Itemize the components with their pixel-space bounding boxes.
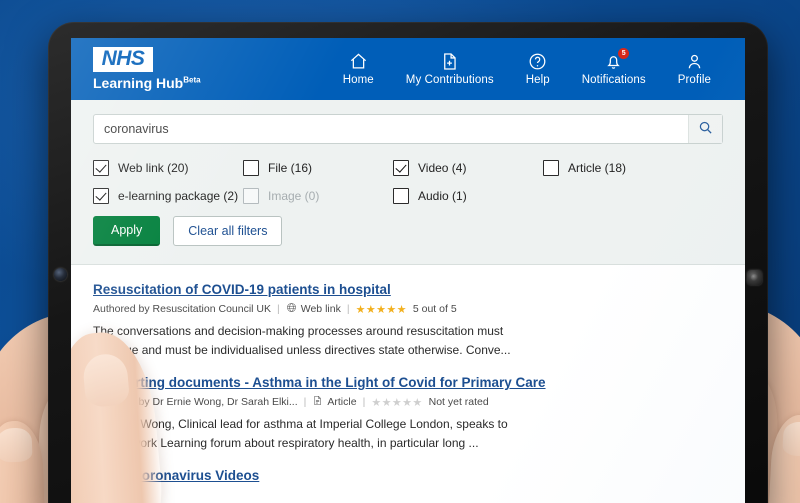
- filter-article[interactable]: Article (18): [543, 160, 693, 176]
- brand-name-text: Learning Hub: [93, 75, 184, 92]
- result-item: Resuscitation of COVID-19 patients in ho…: [93, 281, 723, 359]
- result-title-link[interactable]: PPE - Coronavirus Videos: [93, 468, 259, 483]
- result-type: Article: [312, 395, 357, 409]
- checkbox-elearning-package[interactable]: [93, 188, 109, 204]
- nav-label-help: Help: [525, 74, 550, 86]
- brand-name: Learning HubBeta: [93, 75, 201, 91]
- globe-icon: [286, 302, 297, 316]
- apply-button[interactable]: Apply: [93, 216, 161, 246]
- nhs-logo: NHS: [93, 46, 153, 73]
- meta-separator: |: [346, 303, 350, 315]
- result-author: Authored by Dr Ernie Wong, Dr Sarah Elki…: [93, 396, 298, 409]
- filter-label-image: Image (0): [268, 189, 320, 203]
- filter-panel: Web link (20) File (16) Video (4) Articl…: [71, 100, 745, 265]
- bell-icon: 5: [604, 48, 630, 71]
- checkbox-video[interactable]: [393, 160, 409, 176]
- search-icon: [698, 120, 713, 138]
- home-icon: [349, 52, 368, 71]
- checkbox-file[interactable]: [243, 160, 259, 176]
- brand[interactable]: NHS Learning HubBeta: [93, 46, 201, 91]
- meta-separator: |: [362, 396, 366, 409]
- nav-item-help[interactable]: Help: [510, 50, 566, 88]
- filter-image: Image (0): [243, 188, 393, 204]
- search-results-list: Resuscitation of COVID-19 patients in ho…: [71, 265, 745, 489]
- nav-item-notifications[interactable]: 5 Notifications: [566, 48, 662, 88]
- checkbox-audio[interactable]: [393, 188, 409, 204]
- question-circle-icon: [528, 52, 547, 71]
- result-meta: Authored by Resuscitation Council UK | W…: [93, 302, 723, 316]
- clear-all-filters-button[interactable]: Clear all filters: [173, 216, 283, 246]
- search-button[interactable]: [688, 115, 722, 143]
- filter-label-article: Article (18): [568, 161, 627, 175]
- checkbox-article[interactable]: [543, 160, 559, 176]
- rating-text: Not yet rated: [428, 396, 489, 409]
- nav-item-my-contributions[interactable]: My Contributions: [390, 50, 510, 88]
- search-input[interactable]: [94, 115, 688, 143]
- meta-separator: |: [303, 396, 307, 409]
- result-title-link[interactable]: Supporting documents - Asthma in the Lig…: [93, 375, 546, 390]
- rating-text: 5 out of 5: [412, 303, 457, 315]
- notification-badge: 5: [618, 48, 630, 59]
- filter-label-video: Video (4): [418, 161, 467, 175]
- filter-audio[interactable]: Audio (1): [393, 188, 543, 204]
- filter-row-1: Web link (20) File (16) Video (4) Articl…: [93, 160, 723, 176]
- checkbox-image: [243, 188, 259, 204]
- result-item: PPE - Coronavirus Videos: [93, 467, 723, 488]
- filter-web-link[interactable]: Web link (20): [93, 160, 243, 176]
- main-navigation: Home My Contributions Help 5 Notificatio…: [327, 48, 727, 88]
- beta-tag: Beta: [183, 75, 201, 85]
- nav-item-profile[interactable]: Profile: [662, 50, 727, 88]
- filter-video[interactable]: Video (4): [393, 160, 543, 176]
- tablet-screen: NHS Learning HubBeta Home My Contributio…: [71, 38, 745, 503]
- nav-label-my-contributions: My Contributions: [405, 74, 494, 86]
- tablet-device: NHS Learning HubBeta Home My Contributio…: [48, 22, 768, 503]
- result-type: Web link: [286, 302, 341, 316]
- site-header: NHS Learning HubBeta Home My Contributio…: [71, 38, 745, 100]
- article-icon: [312, 395, 323, 409]
- home-button-icon: [747, 270, 762, 285]
- person-icon: [685, 52, 704, 71]
- result-item: Supporting documents - Asthma in the Lig…: [93, 374, 723, 452]
- document-icon: [440, 52, 459, 71]
- filter-row-2: e-learning package (2) Image (0) Audio (…: [93, 188, 723, 204]
- filter-label-file: File (16): [268, 161, 313, 175]
- filter-label-elearning-package: e-learning package (2): [118, 189, 239, 203]
- meta-separator: |: [277, 303, 280, 315]
- result-type-label: Article: [327, 396, 357, 409]
- result-type-label: Web link: [300, 303, 341, 315]
- checkbox-web-link[interactable]: [93, 160, 109, 176]
- filter-elearning-package[interactable]: e-learning package (2): [93, 188, 243, 204]
- star-rating: ★★★★★: [355, 303, 407, 316]
- filter-label-audio: Audio (1): [418, 189, 467, 203]
- nav-item-home[interactable]: Home: [327, 50, 390, 88]
- filter-file[interactable]: File (16): [243, 160, 393, 176]
- result-description: Dr Ernie Wong, Clinical lead for asthma …: [93, 417, 508, 450]
- filter-actions: Apply Clear all filters: [93, 216, 723, 246]
- star-rating: ★★★★★: [371, 396, 423, 409]
- result-meta: Authored by Dr Ernie Wong, Dr Sarah Elki…: [93, 395, 723, 409]
- nav-label-home: Home: [342, 74, 374, 86]
- result-description: The conversations and decision-making pr…: [93, 324, 511, 357]
- front-camera-icon: [54, 268, 67, 281]
- result-author: Authored by Resuscitation Council UK: [93, 303, 272, 315]
- nav-label-profile: Profile: [677, 74, 711, 86]
- search-bar: [93, 114, 723, 144]
- result-title-link[interactable]: Resuscitation of COVID-19 patients in ho…: [93, 282, 391, 297]
- filter-label-web-link: Web link (20): [118, 161, 189, 175]
- photo-scene: NHS Learning HubBeta Home My Contributio…: [0, 0, 800, 503]
- nav-label-notifications: Notifications: [581, 74, 646, 86]
